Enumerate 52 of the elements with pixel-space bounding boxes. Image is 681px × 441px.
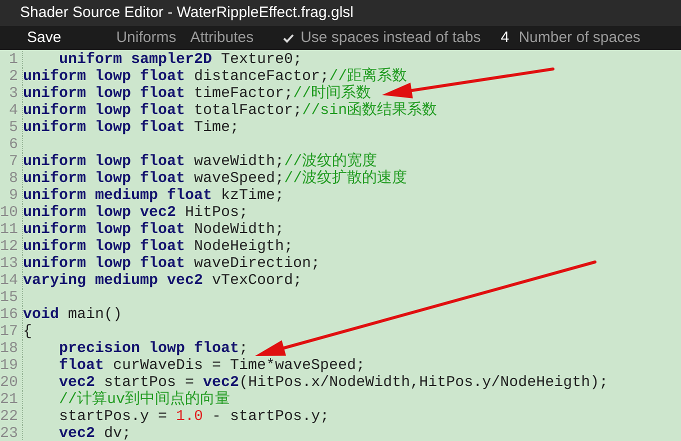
code-line: uniform lowp float totalFactor;//sin函数结果系数 [23, 102, 438, 119]
line-number: 12 [0, 238, 18, 255]
code-line: uniform sampler2D Texture0; [58, 51, 302, 68]
line-number: 17 [0, 323, 18, 340]
line-number: 8 [8, 170, 18, 187]
line-number: 16 [0, 306, 18, 323]
line-number: 19 [0, 357, 18, 374]
line-number: 4 [8, 102, 18, 119]
toolbar-button[interactable]: Uniforms [116, 26, 176, 50]
line-number: 3 [8, 85, 18, 102]
code-line: uniform lowp float Time; [23, 119, 240, 136]
code-line: uniform lowp float timeFactor;//时间系数 [23, 85, 372, 102]
line-number: 6 [8, 136, 18, 153]
code-line: { [23, 323, 32, 340]
code-line: uniform lowp float distanceFactor;//距离系数 [23, 68, 408, 85]
code-line: uniform lowp float waveSpeed;//波纹扩散的速度 [23, 170, 408, 187]
save-button[interactable]: Save [27, 26, 62, 50]
code-line: uniform lowp float NodeWidth; [23, 221, 284, 238]
line-number: 5 [8, 119, 18, 136]
line-number: 20 [0, 374, 18, 391]
code-line: //计算uv到中间点的向量 [58, 391, 230, 408]
line-number: 9 [8, 187, 18, 204]
line-number: 23 [0, 425, 18, 441]
line-number: 10 [0, 204, 18, 221]
line-number: 11 [0, 221, 18, 238]
checkbox-label: Use spaces instead of tabs [300, 28, 481, 48]
line-number: 13 [0, 255, 18, 272]
code-line: uniform lowp float waveDirection; [23, 255, 320, 272]
window-title: Shader Source Editor - WaterRippleEffect.frag.glsl [20, 2, 354, 23]
code-line: precision lowp float; [58, 340, 248, 357]
code-line: uniform lowp vec2 HitPos; [23, 204, 248, 221]
code-line: uniform lowp float waveWidth;//波纹的宽度 [23, 153, 378, 170]
code-line: void main() [23, 306, 122, 323]
code-line: vec2 dv; [58, 425, 132, 441]
code-line: float curWaveDis = Time*waveSpeed; [58, 357, 366, 374]
toolbar-button[interactable]: Attributes [190, 26, 254, 50]
line-number: 1 [8, 51, 18, 68]
spaces-count-field[interactable]: 4 [500, 26, 515, 50]
code-line: startPos.y = 1.0 - startPos.y; [58, 408, 330, 425]
line-number: 21 [0, 391, 18, 408]
code-line: uniform lowp float NodeHeigth; [23, 238, 294, 255]
line-number: 14 [0, 272, 18, 289]
line-number: 15 [0, 289, 18, 306]
code-line: uniform mediump float kzTime; [23, 187, 284, 204]
line-number: 2 [8, 68, 18, 85]
line-number: 7 [8, 153, 18, 170]
code-line: varying mediump vec2 vTexCoord; [23, 272, 302, 289]
line-number: 22 [0, 408, 18, 425]
spaces-count-label: Number of spaces [518, 28, 640, 48]
line-number: 18 [0, 340, 18, 357]
checkmark-icon [283, 34, 294, 42]
code-line: vec2 startPos = vec2(HitPos.x/NodeWidth,HitPos.y/NodeHeigth); [58, 374, 608, 391]
